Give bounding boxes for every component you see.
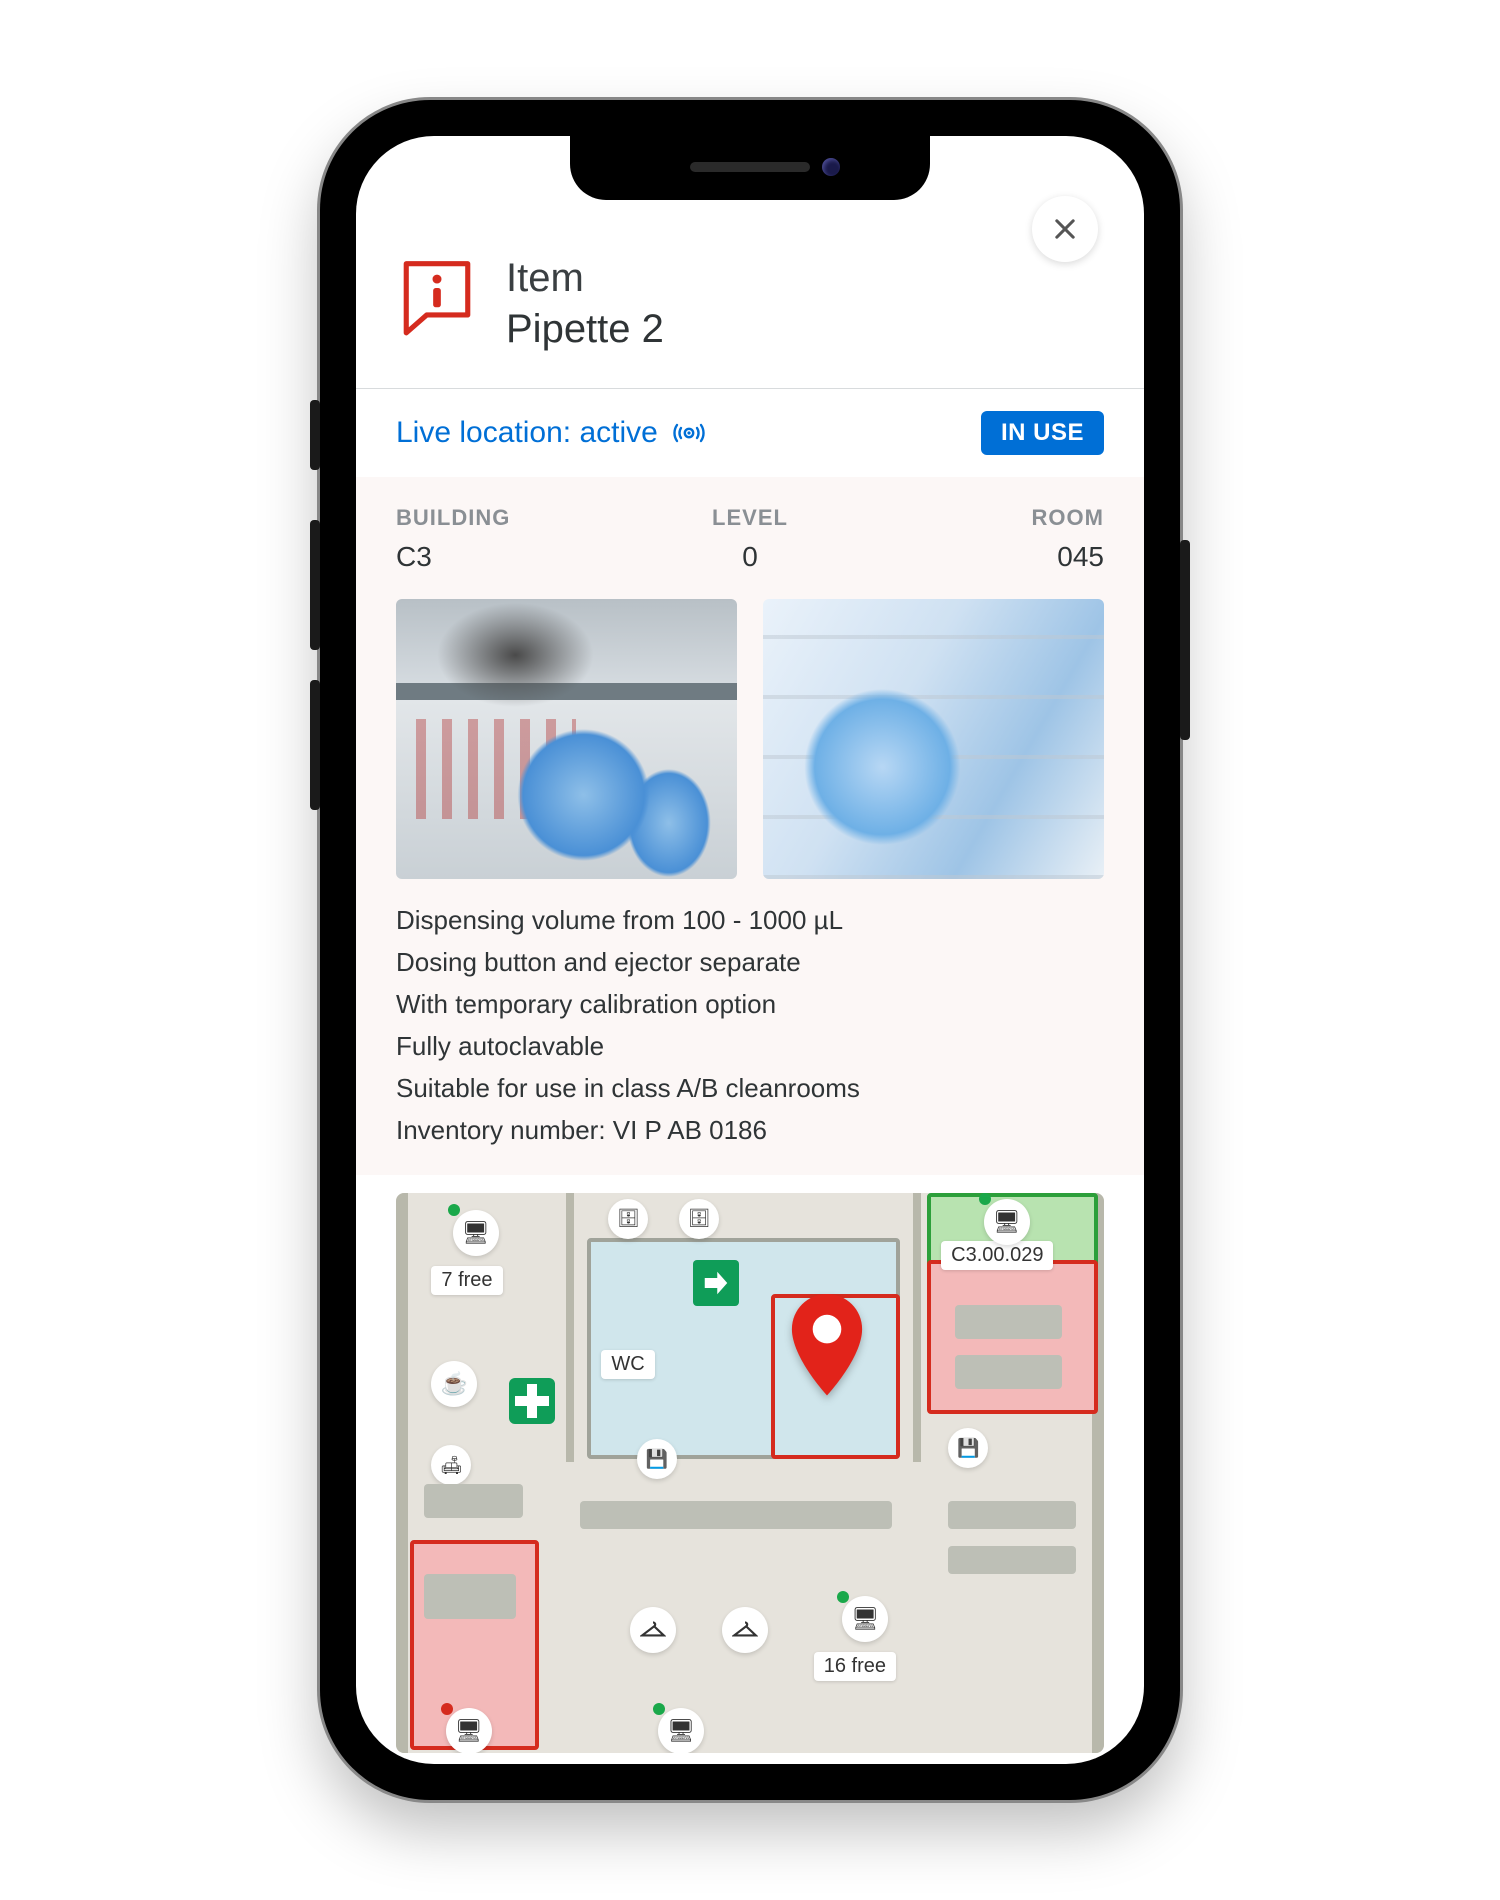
workstation-icon: 🖥 [453, 1210, 499, 1256]
hanger-icon [630, 1607, 676, 1653]
mute-switch [310, 400, 320, 470]
workstation-icon: 🖥 [984, 1199, 1030, 1245]
free-count-top: 7 free [431, 1266, 502, 1295]
status-dot-green [979, 1193, 991, 1205]
item-kicker: Item [506, 256, 1104, 300]
power-button [1180, 540, 1190, 740]
item-photo-1[interactable] [396, 599, 737, 879]
close-button[interactable] [1032, 196, 1098, 262]
phone-frame: Item Pipette 2 Live location: active [320, 100, 1180, 1800]
workstation-icon: 🖥 [658, 1708, 704, 1753]
hanger-icon [722, 1607, 768, 1653]
signal-icon [672, 419, 706, 447]
close-icon [1051, 215, 1079, 243]
description-line: Dispensing volume from 100 - 1000 µL [396, 901, 1104, 940]
sofa-icon: 🛋 [431, 1445, 471, 1485]
details-panel: BUILDING C3 LEVEL 0 ROOM 045 [356, 477, 1144, 1175]
building-value: C3 [396, 541, 632, 573]
item-photo-2[interactable] [763, 599, 1104, 879]
server-icon: 💾 [637, 1439, 677, 1479]
emergency-exit-icon [693, 1260, 739, 1306]
description-line: Inventory number: VI P AB 0186 [396, 1111, 1104, 1150]
description-line: With temporary calibration option [396, 985, 1104, 1024]
description-line: Dosing button and ejector separate [396, 943, 1104, 982]
workstation-icon: 🖥 [446, 1708, 492, 1753]
location-pin-icon [785, 1294, 869, 1398]
status-dot-green [448, 1204, 460, 1216]
status-dot-red [441, 1703, 453, 1715]
room-label: ROOM [868, 505, 1104, 531]
item-description: Dispensing volume from 100 - 1000 µLDosi… [396, 901, 1104, 1150]
live-location-text: Live location: active [396, 416, 658, 450]
live-location-row: Live location: active IN [356, 389, 1144, 477]
locker-icon: 🗄 [679, 1199, 719, 1239]
cabinet-icon: 🗄 [608, 1199, 648, 1239]
wc-label: WC [601, 1350, 654, 1379]
level-value: 0 [632, 541, 868, 573]
first-aid-icon [509, 1378, 555, 1424]
live-location-label[interactable]: Live location: active [396, 416, 706, 450]
server-lock-icon: 💾 [948, 1428, 988, 1468]
item-title: Pipette 2 [506, 304, 1104, 354]
volume-down-button [310, 680, 320, 810]
status-badge: IN USE [981, 411, 1104, 455]
floor-map[interactable]: WC C3.00.029 [396, 1193, 1104, 1753]
description-line: Fully autoclavable [396, 1027, 1104, 1066]
level-label: LEVEL [632, 505, 868, 531]
workstation-icon: 🖥 [842, 1596, 888, 1642]
coffee-icon: ☕ [431, 1361, 477, 1407]
phone-notch [570, 136, 930, 200]
volume-up-button [310, 520, 320, 650]
info-icon [396, 256, 478, 338]
room-value: 045 [868, 541, 1104, 573]
free-count-bottom: 16 free [814, 1652, 896, 1681]
building-label: BUILDING [396, 505, 632, 531]
map-room-label: C3.00.029 [941, 1241, 1053, 1270]
description-line: Suitable for use in class A/B cleanrooms [396, 1069, 1104, 1108]
status-dot-green [837, 1591, 849, 1603]
status-dot-green [653, 1703, 665, 1715]
